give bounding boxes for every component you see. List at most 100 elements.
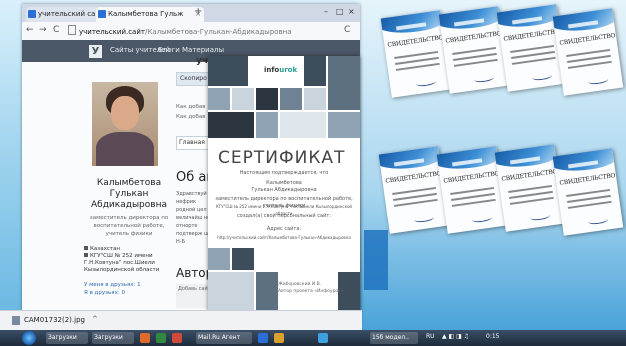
card-text-line xyxy=(567,60,612,69)
role-line: воспитательной работе, xyxy=(93,223,165,229)
director-name: Жаборовский И.В. xyxy=(278,282,322,287)
added-info: Как добав xyxy=(176,104,206,110)
card-signature xyxy=(529,211,551,222)
decor-square xyxy=(280,112,326,138)
profile-name: Калымбетова Гулькан Абдикадыровна xyxy=(84,178,174,211)
site-favicon-icon xyxy=(98,10,106,18)
role-line: учитель физики xyxy=(105,231,153,237)
school-line: Г.Н.Ковтуна" пос.Шиели xyxy=(84,260,155,266)
profile-location: Казахстан КГУ"СШ № 252 имени Г.Н.Ковтуна… xyxy=(84,246,174,274)
certificate-image: infourok СЕРТИФИКАТ Настоящим подтвержда… xyxy=(208,56,360,326)
app-icon[interactable] xyxy=(156,333,166,343)
name-line: Абдикадыровна xyxy=(91,200,167,210)
site-favicon-icon xyxy=(28,10,36,18)
logo-accent: urok xyxy=(279,66,298,74)
card-title: СВИДЕТЕЛЬСТВО xyxy=(559,172,616,187)
card-signature xyxy=(531,71,553,82)
word-icon[interactable] xyxy=(258,333,268,343)
card-signature xyxy=(587,75,609,86)
taskbar-mail-agent[interactable]: Mail.Ru Агент xyxy=(196,332,252,344)
app-icon[interactable] xyxy=(172,333,182,343)
card-text-line xyxy=(511,56,556,65)
certificate-confirms: Настоящим подтверждается, что xyxy=(239,170,329,176)
logo-prefix: info xyxy=(264,66,280,74)
chevron-up-icon[interactable]: ^ xyxy=(92,315,98,323)
school-icon xyxy=(84,253,88,257)
forward-arrow-icon[interactable]: → xyxy=(39,25,47,35)
taskbar-downloads-2[interactable]: Загрузки xyxy=(92,332,134,344)
avatar xyxy=(92,82,158,166)
card-text-line xyxy=(509,196,554,205)
tab-profile[interactable]: Калымбетова Гульж × xyxy=(96,7,204,22)
school-line: Кызылординской области xyxy=(84,267,160,273)
new-tab-icon[interactable]: + xyxy=(194,6,202,17)
decor-square xyxy=(328,56,360,110)
friend-of-link[interactable]: Я в друзьях: 0 xyxy=(84,290,125,296)
decor-square xyxy=(328,112,360,138)
card-text-line xyxy=(567,200,612,209)
taskbar: Загрузки Загрузки Mail.Ru Агент 15б моде… xyxy=(0,330,626,346)
taskbar-model[interactable]: 15б модел.. xyxy=(370,332,418,344)
name-line: Гулькан xyxy=(109,189,149,199)
nav-blogs[interactable]: Блоги xyxy=(158,46,180,54)
card-signature xyxy=(587,215,609,226)
tray-icons[interactable]: ▲ ◧ ◨ ♫ xyxy=(442,333,469,340)
profile-role: заместитель директора по воспитательной … xyxy=(84,214,174,238)
card-text-line xyxy=(453,58,498,67)
decor-square xyxy=(208,112,254,138)
decor-square xyxy=(232,88,254,110)
card-title: СВИДЕТЕЛЬСТВО xyxy=(559,32,616,47)
clock[interactable]: 0:15 xyxy=(486,333,499,340)
back-arrow-icon[interactable]: ← xyxy=(26,25,34,35)
app-icon[interactable] xyxy=(140,333,150,343)
certificate-person: Калымбетова xyxy=(266,180,302,186)
card-text-line xyxy=(393,198,438,207)
reload-icon[interactable]: C xyxy=(53,25,59,35)
tab-label: учительский сайт xyxy=(38,10,104,18)
url-input[interactable]: учительский.сайт/Калымбетова-Гулькан-Абд… xyxy=(68,25,346,37)
url-path: /Калымбетова-Гулькан-Абдикадыровна xyxy=(144,28,292,36)
download-file-name[interactable]: CAM01732(2).jpg xyxy=(24,316,85,324)
infourok-logo: infourok xyxy=(264,66,297,74)
card-signature xyxy=(473,73,495,84)
taskbar-downloads-1[interactable]: Загрузки xyxy=(46,332,88,344)
site-logo[interactable]: У xyxy=(89,45,102,58)
svidetelstvo-card: СВИДЕТЕЛЬСТВО xyxy=(552,148,624,236)
card-signature xyxy=(471,213,493,224)
decor-square xyxy=(208,248,230,270)
decor-square xyxy=(304,88,326,110)
tab-teacher-site[interactable]: учительский сайт × xyxy=(26,7,106,22)
certificate-address-label: Адрес сайта: xyxy=(266,226,302,232)
friends-link[interactable]: У меня в друзьях: 1 xyxy=(84,282,141,288)
folder-icon[interactable] xyxy=(274,333,284,343)
page-icon xyxy=(68,25,76,35)
close-window-icon[interactable]: × xyxy=(348,7,355,16)
downloads-shelf: CAM01732(2).jpg ^ xyxy=(0,310,362,331)
tab-label: Калымбетова Гульж xyxy=(108,10,184,18)
nav-materials[interactable]: Материалы xyxy=(182,46,224,54)
minimize-icon[interactable]: – xyxy=(324,7,328,16)
app-icon[interactable] xyxy=(318,333,328,343)
certificate-address: http://учительский.сайт/Калымбетова-Гуль… xyxy=(217,235,351,240)
name-line: Калымбетова xyxy=(96,178,162,188)
language-indicator[interactable]: RU xyxy=(426,333,435,340)
maximize-icon[interactable]: □ xyxy=(336,7,344,16)
card-title: СВИДЕТЕЛЬСТВО xyxy=(501,168,558,183)
card-signature xyxy=(413,213,435,224)
decor-square xyxy=(208,56,248,86)
card-signature xyxy=(415,77,437,88)
globe-icon xyxy=(84,246,88,250)
decor-square xyxy=(232,248,254,270)
card-title: СВИДЕТЕЛЬСТВО xyxy=(385,170,442,185)
school-line: КГУ"СШ № 252 имени xyxy=(90,253,153,259)
card-title: СВИДЕТЕЛЬСТВО xyxy=(387,34,444,49)
added-info: Как добав xyxy=(176,114,206,120)
decor-square xyxy=(208,88,230,110)
decor-square xyxy=(256,112,278,138)
reload-small-icon[interactable]: C xyxy=(344,25,350,35)
start-button[interactable] xyxy=(22,331,36,345)
tab-main[interactable]: Главная xyxy=(176,136,210,150)
blue-block-decoration xyxy=(364,230,388,290)
decor-square xyxy=(256,88,278,110)
tab-bar: учительский сайт × Калымбетова Гульж × +… xyxy=(22,4,360,22)
